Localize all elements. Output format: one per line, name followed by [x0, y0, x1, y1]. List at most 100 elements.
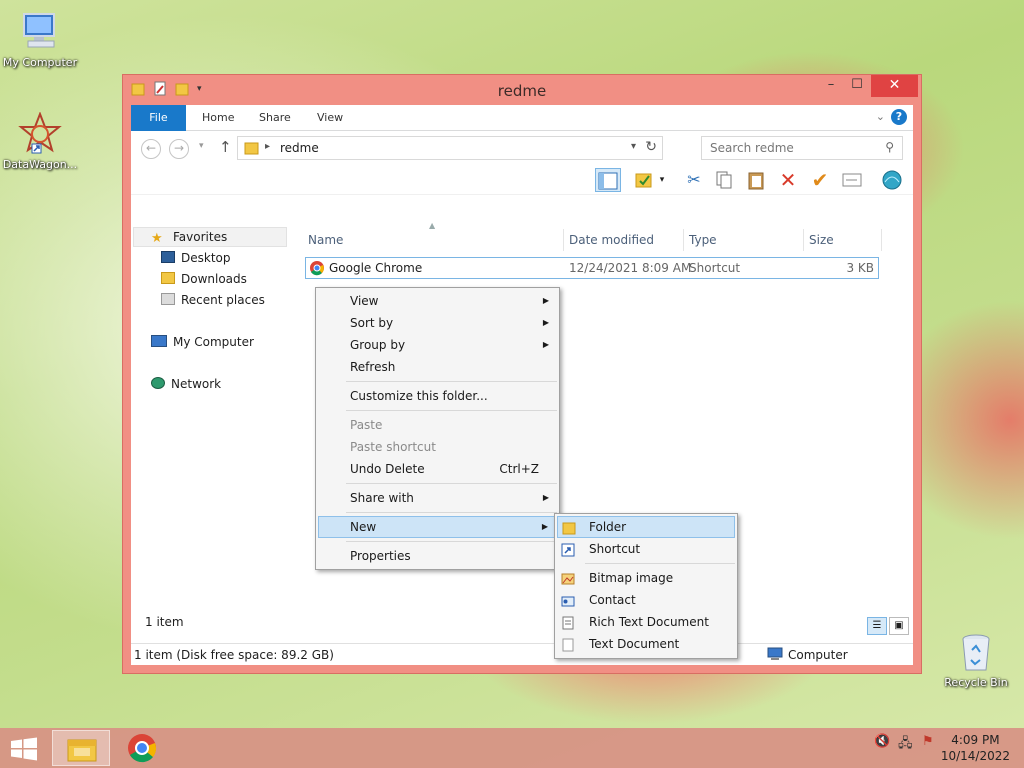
- recent-locations-icon[interactable]: ▾: [199, 141, 204, 151]
- rename-check-icon[interactable]: ✔: [807, 168, 833, 192]
- status-bar: 1 item (Disk free space: 89.2 GB) 2.44 K…: [131, 643, 913, 665]
- file-name: Google Chrome: [329, 261, 423, 275]
- chevron-right-icon: ▶: [542, 318, 549, 327]
- chevron-down-icon[interactable]: ▾: [631, 141, 636, 152]
- chrome-icon: [127, 733, 157, 766]
- menu-separator: [346, 410, 557, 411]
- forward-button[interactable]: →: [169, 139, 189, 159]
- paste-icon[interactable]: [743, 168, 769, 192]
- menu-item-paste-shortcut[interactable]: Paste shortcut: [318, 436, 557, 458]
- menu-item-refresh[interactable]: Refresh: [318, 356, 557, 378]
- column-divider[interactable]: [803, 229, 804, 251]
- maximize-button[interactable]: ☐: [843, 75, 871, 97]
- tab-share[interactable]: Share: [245, 105, 305, 131]
- datawagon-logo-icon: [18, 111, 62, 156]
- menu-item-new-shortcut[interactable]: Shortcut: [557, 538, 735, 560]
- column-name[interactable]: Name: [308, 233, 343, 247]
- folder-icon: [562, 521, 576, 535]
- minimize-button[interactable]: –: [817, 75, 845, 97]
- menu-separator: [585, 563, 735, 564]
- properties-icon[interactable]: [839, 168, 865, 192]
- menu-item-properties[interactable]: Properties: [318, 545, 557, 567]
- tab-file[interactable]: File: [131, 105, 186, 131]
- menu-item-new-text-document[interactable]: Text Document: [557, 633, 735, 655]
- menu-item-new[interactable]: New ▶: [318, 516, 557, 538]
- large-icons-view-button[interactable]: ▣: [889, 617, 909, 635]
- refresh-icon[interactable]: ↻: [645, 139, 657, 155]
- taskbar-chrome[interactable]: [114, 730, 172, 766]
- nav-item-favorites[interactable]: ★ Favorites: [151, 227, 227, 247]
- menu-item-view[interactable]: View ▶: [318, 290, 557, 312]
- address-bar[interactable]: ▸ redme ▾ ↻: [237, 136, 663, 160]
- menu-item-new-rich-text[interactable]: Rich Text Document: [557, 611, 735, 633]
- desktop-icon-label: Recycle Bin: [944, 676, 1008, 689]
- taskbar-file-explorer[interactable]: [52, 730, 110, 766]
- organize-folder-icon[interactable]: [631, 168, 657, 192]
- preview-pane-button[interactable]: [595, 168, 621, 192]
- ribbon-expand-icon[interactable]: ⌄: [876, 110, 885, 123]
- cut-icon[interactable]: ✂: [681, 168, 707, 192]
- close-button[interactable]: ✕: [871, 75, 918, 97]
- chevron-right-icon: ▶: [541, 522, 548, 531]
- chevron-right-icon: ▶: [542, 493, 549, 502]
- search-input[interactable]: Search redme ⚲: [701, 136, 903, 160]
- column-date-modified[interactable]: Date modified: [569, 233, 654, 247]
- table-row[interactable]: Google Chrome 12/24/2021 8:09 AM Shortcu…: [305, 257, 879, 279]
- column-type[interactable]: Type: [689, 233, 717, 247]
- help-icon[interactable]: ?: [891, 109, 907, 125]
- nav-item-downloads[interactable]: Downloads: [161, 269, 247, 289]
- clock-date: 10/14/2022: [940, 749, 1010, 763]
- folder-icon: [244, 141, 260, 158]
- menu-item-undo-delete[interactable]: Undo Delete Ctrl+Z: [318, 458, 557, 480]
- desktop-icon-recycle-bin[interactable]: Recycle Bin: [936, 630, 1016, 689]
- column-divider[interactable]: [881, 229, 882, 251]
- new-submenu: Folder Shortcut Bitmap image Contact Ric…: [554, 513, 738, 659]
- desktop-icon-my-computer[interactable]: My Computer: [0, 10, 80, 69]
- chevron-right-icon: ▶: [542, 296, 549, 305]
- desktop-icon: [161, 251, 175, 263]
- column-divider[interactable]: [683, 229, 684, 251]
- menu-item-sort-by[interactable]: Sort by ▶: [318, 312, 557, 334]
- item-count: 1 item: [145, 615, 184, 629]
- network-tray-icon[interactable]: 🖧: [898, 734, 913, 756]
- menu-item-group-by[interactable]: Group by ▶: [318, 334, 557, 356]
- star-icon: ★: [151, 231, 163, 246]
- back-button[interactable]: ←: [141, 139, 161, 159]
- window-title: redme: [497, 82, 547, 100]
- nav-item-recent-places[interactable]: Recent places: [161, 290, 265, 310]
- chevron-right-icon[interactable]: ▸: [265, 141, 270, 152]
- menu-item-share-with[interactable]: Share with ▶: [318, 487, 557, 509]
- file-type: Shortcut: [689, 261, 741, 275]
- chevron-down-icon[interactable]: ▾: [655, 168, 669, 192]
- address-path[interactable]: redme: [280, 141, 319, 155]
- nav-item-desktop[interactable]: Desktop: [161, 248, 231, 268]
- desktop-icon-label: My Computer: [2, 56, 78, 69]
- menu-item-new-bitmap[interactable]: Bitmap image: [557, 567, 735, 589]
- desktop-icon-datawagon[interactable]: DataWagon...: [0, 111, 80, 171]
- column-divider[interactable]: [563, 229, 564, 251]
- nav-item-network[interactable]: Network: [151, 374, 221, 394]
- menu-item-paste[interactable]: Paste: [318, 414, 557, 436]
- start-button[interactable]: [10, 737, 38, 761]
- menu-item-new-contact[interactable]: Contact: [557, 589, 735, 611]
- context-menu: View ▶ Sort by ▶ Group by ▶ Refresh Customi…: [315, 287, 560, 570]
- up-arrow-icon[interactable]: ↑: [219, 138, 232, 156]
- nav-item-my-computer[interactable]: My Computer: [151, 332, 254, 352]
- menu-separator: [346, 483, 557, 484]
- title-bar[interactable]: ▾ redme – ☐ ✕: [123, 75, 921, 105]
- details-view-button[interactable]: ☰: [867, 617, 887, 635]
- delete-icon[interactable]: ✕: [775, 168, 801, 192]
- copy-icon[interactable]: [711, 168, 737, 192]
- volume-muted-icon[interactable]: 🔇: [874, 734, 890, 749]
- shell-globe-icon[interactable]: [879, 168, 905, 192]
- action-center-flag-icon[interactable]: ⚑: [922, 734, 934, 749]
- search-icon[interactable]: ⚲: [885, 140, 894, 154]
- menu-separator: [346, 541, 557, 542]
- menu-item-new-folder[interactable]: Folder: [557, 516, 735, 538]
- tab-home[interactable]: Home: [188, 105, 248, 131]
- menu-item-customize-folder[interactable]: Customize this folder...: [318, 385, 557, 407]
- tab-view[interactable]: View: [303, 105, 357, 131]
- system-clock[interactable]: 4:09 PM 10/14/2022: [941, 732, 1010, 764]
- column-size[interactable]: Size: [809, 233, 834, 247]
- status-location: Computer: [788, 648, 848, 662]
